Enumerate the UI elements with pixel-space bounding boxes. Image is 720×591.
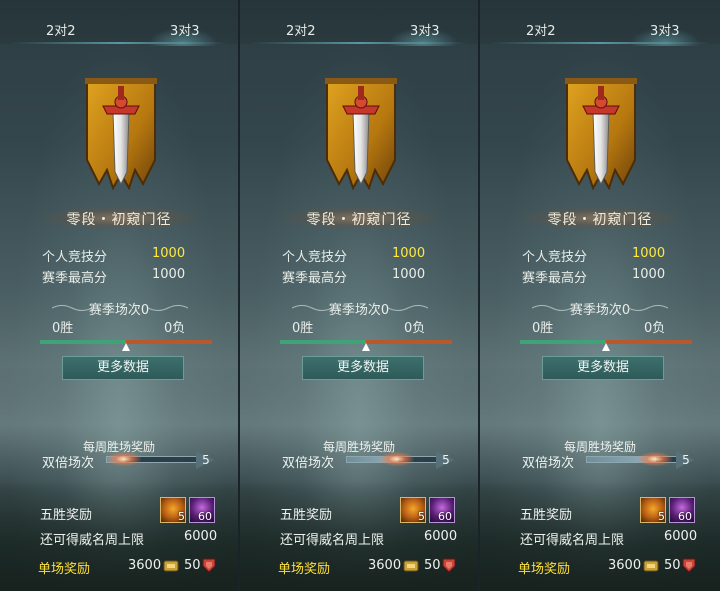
sword-banner-icon (565, 78, 637, 190)
win-loss-pointer-icon (122, 343, 130, 351)
score-label: 个人竞技分 (42, 250, 108, 265)
score-value: 1000 (632, 246, 666, 261)
scroll-count: 5 (178, 510, 185, 523)
ornament-right-icon (148, 305, 188, 311)
progress-flare (638, 452, 672, 466)
tab-2v2[interactable]: 2对2 (46, 20, 76, 39)
losses-count: 0负 (404, 321, 426, 336)
ornament-right-icon (628, 305, 668, 311)
win-bar-fill (280, 340, 366, 344)
wins-count: 0胜 (292, 321, 314, 336)
mode-tabs: 2对2 3对3 (480, 0, 720, 46)
shield-icon (682, 558, 696, 573)
tab-3v3[interactable]: 3对3 (650, 20, 680, 39)
sword-banner-icon (325, 78, 397, 190)
season-high-value: 1000 (632, 267, 666, 282)
five-win-reward-label: 五胜奖励 (40, 508, 93, 523)
season-matches: 赛季场次0 (569, 303, 631, 318)
weekly-cap-label: 还可得威名周上限 (280, 533, 385, 548)
single-match-reward-label: 单场奖励 (38, 562, 91, 577)
losses-count: 0负 (164, 321, 186, 336)
season-matches: 赛季场次0 (88, 303, 150, 318)
double-matches-label: 双倍场次 (282, 456, 335, 471)
score-label: 个人竞技分 (282, 250, 348, 265)
gem-count: 60 (198, 510, 212, 523)
progress-flare (379, 452, 414, 466)
season-high-label: 赛季最高分 (42, 271, 108, 286)
more-data-button[interactable]: 更多数据 (302, 356, 424, 380)
win-loss-pointer-icon (602, 343, 610, 351)
shield-reward-value: 50 (184, 558, 201, 573)
win-bar-fill (520, 340, 606, 344)
tab-2v2[interactable]: 2对2 (286, 20, 316, 39)
tab-underline (248, 42, 470, 44)
more-data-button[interactable]: 更多数据 (62, 356, 184, 380)
losses-count: 0负 (644, 321, 666, 336)
single-match-reward-label: 单场奖励 (278, 562, 331, 577)
gem-count: 60 (678, 510, 692, 523)
weekly-cap-label: 还可得威名周上限 (520, 533, 625, 548)
score-value: 1000 (392, 246, 426, 261)
double-matches-count: 5 (682, 453, 690, 467)
score-label: 个人竞技分 (522, 250, 588, 265)
more-data-button[interactable]: 更多数据 (542, 356, 664, 380)
double-matches-count: 5 (202, 453, 210, 467)
tab-underline (488, 42, 712, 44)
sword-banner-icon (85, 78, 157, 190)
five-win-reward-label: 五胜奖励 (520, 508, 573, 523)
arena-panel: 2对2 3对3 零段・初窥门径 个人竞技分 1000 赛季最高分 1000 赛季… (240, 0, 480, 591)
double-matches-label: 双倍场次 (522, 456, 575, 471)
background-mist (240, 370, 478, 490)
coin-icon (643, 560, 659, 572)
weekly-cap-label: 还可得威名周上限 (40, 533, 145, 548)
coin-reward-value: 3600 (128, 558, 162, 573)
arena-panel: 2对2 3对3 零段・初窥门径 个人竞技分 1000 赛季最高分 1000 赛季… (480, 0, 720, 591)
score-value: 1000 (152, 246, 186, 261)
rank-title: 零段・初窥门径 (66, 212, 172, 228)
win-bar-fill (40, 340, 126, 344)
tab-2v2[interactable]: 2对2 (526, 20, 556, 39)
double-matches-label: 双倍场次 (42, 456, 95, 471)
five-win-reward-label: 五胜奖励 (280, 508, 333, 523)
tab-3v3[interactable]: 3对3 (170, 20, 200, 39)
weekly-cap-value: 6000 (664, 529, 698, 544)
wins-count: 0胜 (532, 321, 554, 336)
season-high-value: 1000 (392, 267, 426, 282)
gem-count: 60 (438, 510, 452, 523)
season-matches: 赛季场次0 (328, 303, 390, 318)
shield-icon (442, 558, 456, 573)
coin-reward-value: 3600 (368, 558, 402, 573)
ornament-right-icon (388, 305, 428, 311)
double-matches-count: 5 (442, 453, 450, 467)
coin-icon (403, 560, 419, 572)
wins-count: 0胜 (52, 321, 74, 336)
tab-3v3[interactable]: 3对3 (410, 20, 440, 39)
shield-reward-value: 50 (664, 558, 681, 573)
single-match-reward-label: 单场奖励 (518, 562, 571, 577)
coin-reward-value: 3600 (608, 558, 642, 573)
scroll-count: 5 (658, 510, 665, 523)
background-mist (0, 370, 238, 490)
weekly-cap-value: 6000 (424, 529, 458, 544)
season-high-label: 赛季最高分 (522, 271, 588, 286)
mode-tabs: 2对2 3对3 (240, 0, 478, 46)
tab-underline (8, 42, 230, 44)
shield-reward-value: 50 (424, 558, 441, 573)
coin-icon (163, 560, 179, 572)
rank-title: 零段・初窥门径 (547, 212, 653, 228)
season-high-value: 1000 (152, 267, 186, 282)
background-mist (480, 370, 720, 490)
season-high-label: 赛季最高分 (282, 271, 348, 286)
progress-flare (107, 452, 142, 466)
arena-panel: 2对2 3对3 零段・初窥门径 个人竞技分 1000 赛季最高分 1000 赛季… (0, 0, 240, 591)
arena-view: 2对2 3对3 零段・初窥门径 个人竞技分 1000 赛季最高分 1000 赛季… (0, 0, 720, 591)
mode-tabs: 2对2 3对3 (0, 0, 238, 46)
shield-icon (202, 558, 216, 573)
win-loss-pointer-icon (362, 343, 370, 351)
scroll-count: 5 (418, 510, 425, 523)
rank-title: 零段・初窥门径 (306, 212, 412, 228)
weekly-cap-value: 6000 (184, 529, 218, 544)
